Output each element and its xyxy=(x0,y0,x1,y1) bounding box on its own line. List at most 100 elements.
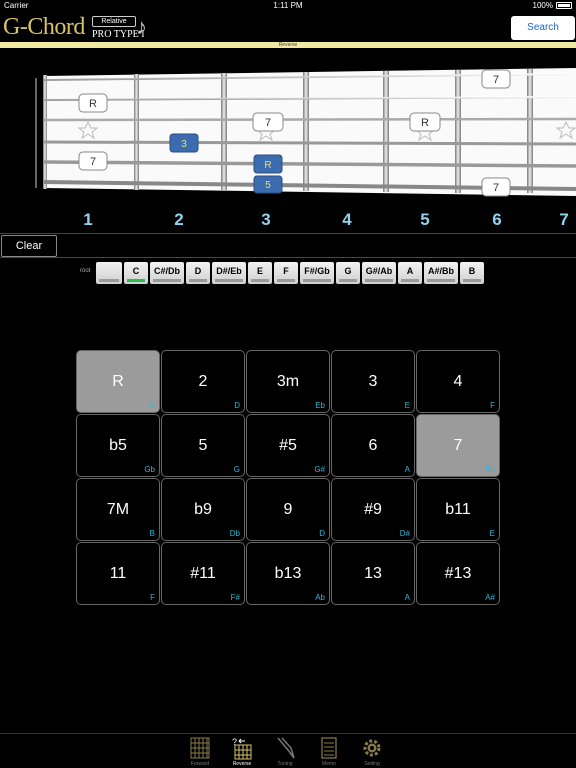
interval-cell[interactable]: b9 Db xyxy=(161,478,245,541)
interval-label: b9 xyxy=(194,501,212,518)
interval-label: #11 xyxy=(190,565,216,582)
music-note-icon: ♪ xyxy=(136,14,147,39)
interval-cell[interactable]: 4F xyxy=(416,350,500,413)
interval-cell[interactable]: #9 D# xyxy=(331,478,415,541)
interval-cell[interactable]: 3E xyxy=(331,350,415,413)
root-key-a-sharp[interactable]: A#/Bb xyxy=(424,262,458,284)
fret-number: 6 xyxy=(492,210,502,229)
interval-cell[interactable]: #13 A# xyxy=(416,542,500,605)
interval-cell[interactable]: 7M B xyxy=(76,478,160,541)
battery-percent: 100% xyxy=(532,1,553,10)
root-key-f[interactable]: F xyxy=(274,262,298,284)
interval-cell[interactable]: 9D xyxy=(246,478,330,541)
svg-text:7: 7 xyxy=(265,117,271,129)
interval-cell[interactable]: 2D xyxy=(161,350,245,413)
root-key-c-sharp[interactable]: C#/Db xyxy=(150,262,184,284)
root-key-a[interactable]: A xyxy=(398,262,422,284)
fret-number: 4 xyxy=(342,210,352,229)
tuning-fork-icon xyxy=(277,737,295,759)
root-key-c[interactable]: C xyxy=(124,262,148,284)
fret-marker[interactable]: 3 xyxy=(169,133,199,153)
svg-text:R: R xyxy=(421,117,429,129)
interval-cell[interactable]: b11 E xyxy=(416,478,500,541)
interval-cell[interactable]: #11 F# xyxy=(161,542,245,605)
interval-cell[interactable]: #5 G# xyxy=(246,414,330,477)
svg-text:7: 7 xyxy=(90,156,96,168)
fret-number: 3 xyxy=(261,210,271,229)
tab-label: Reverse xyxy=(232,761,252,767)
chord-grid-icon xyxy=(190,737,210,759)
root-key-g[interactable]: G xyxy=(336,262,360,284)
interval-label: b5 xyxy=(109,437,127,454)
fret-number: 2 xyxy=(174,210,184,229)
interval-label: 13 xyxy=(364,565,382,582)
logo-relative-badge: Relative xyxy=(92,16,136,27)
svg-text:7: 7 xyxy=(493,74,499,86)
interval-cell[interactable]: 5G xyxy=(161,414,245,477)
tab-forward[interactable]: Forward xyxy=(180,736,220,767)
interval-note: F# xyxy=(230,593,240,602)
tab-reverse[interactable]: ? Reverse xyxy=(222,736,262,767)
interval-label: 6 xyxy=(368,437,378,454)
interval-note: F xyxy=(150,593,155,602)
root-keys: C C#/Db D D#/Eb E F F#/Gb G G#/Ab A A#/B… xyxy=(96,262,484,284)
svg-text:5: 5 xyxy=(265,180,271,191)
fret-numbers: 1 2 3 4 5 6 7 xyxy=(0,208,576,234)
interval-cell[interactable]: 7 Bb xyxy=(416,414,500,477)
root-key-e[interactable]: E xyxy=(248,262,272,284)
fret-marker[interactable]: 7 xyxy=(78,151,108,171)
interval-note: C xyxy=(149,401,155,410)
interval-cell[interactable]: 6A xyxy=(331,414,415,477)
interval-label: 7 xyxy=(453,437,463,454)
fret-marker[interactable]: R xyxy=(253,154,283,174)
interval-label: 5 xyxy=(198,437,208,454)
interval-cell[interactable]: 13 A xyxy=(331,542,415,605)
fret-marker[interactable]: 7 xyxy=(481,177,511,197)
interval-note: B xyxy=(149,529,155,538)
fret-marker[interactable]: 7 xyxy=(252,112,284,132)
interval-label: b11 xyxy=(445,501,471,518)
interval-cell[interactable]: 11 F xyxy=(76,542,160,605)
interval-label: #9 xyxy=(364,501,382,518)
interval-label: R xyxy=(112,373,124,390)
interval-cell[interactable]: b5 Gb xyxy=(76,414,160,477)
fretboard-drawing[interactable]: R 7 3 7 R 5 R 7 7 xyxy=(0,48,576,208)
root-key-d[interactable]: D xyxy=(186,262,210,284)
interval-label: 9 xyxy=(283,501,293,518)
interval-note: Eb xyxy=(315,401,325,410)
interval-note: A xyxy=(404,465,410,474)
root-key-d-sharp[interactable]: D#/Eb xyxy=(212,262,246,284)
clock: 1:11 PM xyxy=(273,1,303,10)
fret-number: 5 xyxy=(420,210,430,229)
fret-marker[interactable]: R xyxy=(409,112,441,132)
root-key-b[interactable]: B xyxy=(460,262,484,284)
interval-label: 7M xyxy=(106,501,130,518)
interval-cell[interactable]: 3m Eb xyxy=(246,350,330,413)
interval-note: F xyxy=(490,401,495,410)
root-key-blank[interactable] xyxy=(96,262,122,284)
interval-cell[interactable]: RC xyxy=(76,350,160,413)
root-label: root xyxy=(80,268,91,274)
gear-icon xyxy=(363,739,381,757)
interval-label: 3m xyxy=(276,373,300,390)
interval-cell[interactable]: b13 Ab xyxy=(246,542,330,605)
interval-grid: R C 2 D 3m Eb 3 E 4 Fb5 Gb 5 G #5 G# 6 A 7 Bb 7M Bb9 Db 9 D #9 D#… xyxy=(76,350,500,605)
search-button[interactable]: Search xyxy=(511,16,575,40)
fret-marker[interactable]: 5 xyxy=(253,175,283,194)
interval-note: A xyxy=(404,593,410,602)
root-key-g-sharp[interactable]: G#/Ab xyxy=(362,262,396,284)
fret-marker[interactable]: R xyxy=(78,93,108,113)
clear-button[interactable]: Clear xyxy=(1,235,57,257)
fret-number: 1 xyxy=(83,210,93,229)
interval-note: Db xyxy=(229,529,240,538)
fretboard[interactable]: R 7 3 7 R 5 R 7 7 1 2 3 4 5 6 7 xyxy=(0,48,576,234)
interval-label: 4 xyxy=(453,373,463,390)
interval-label: 2 xyxy=(198,373,208,390)
fret-marker[interactable]: 7 xyxy=(481,69,511,89)
tab-memo[interactable]: Memo xyxy=(309,736,349,767)
interval-note: D xyxy=(319,529,325,538)
interval-note: Gb xyxy=(144,465,155,474)
tab-setting[interactable]: Setting xyxy=(352,736,392,767)
tab-tuning[interactable]: Tuning xyxy=(265,736,305,767)
root-key-f-sharp[interactable]: F#/Gb xyxy=(300,262,334,284)
